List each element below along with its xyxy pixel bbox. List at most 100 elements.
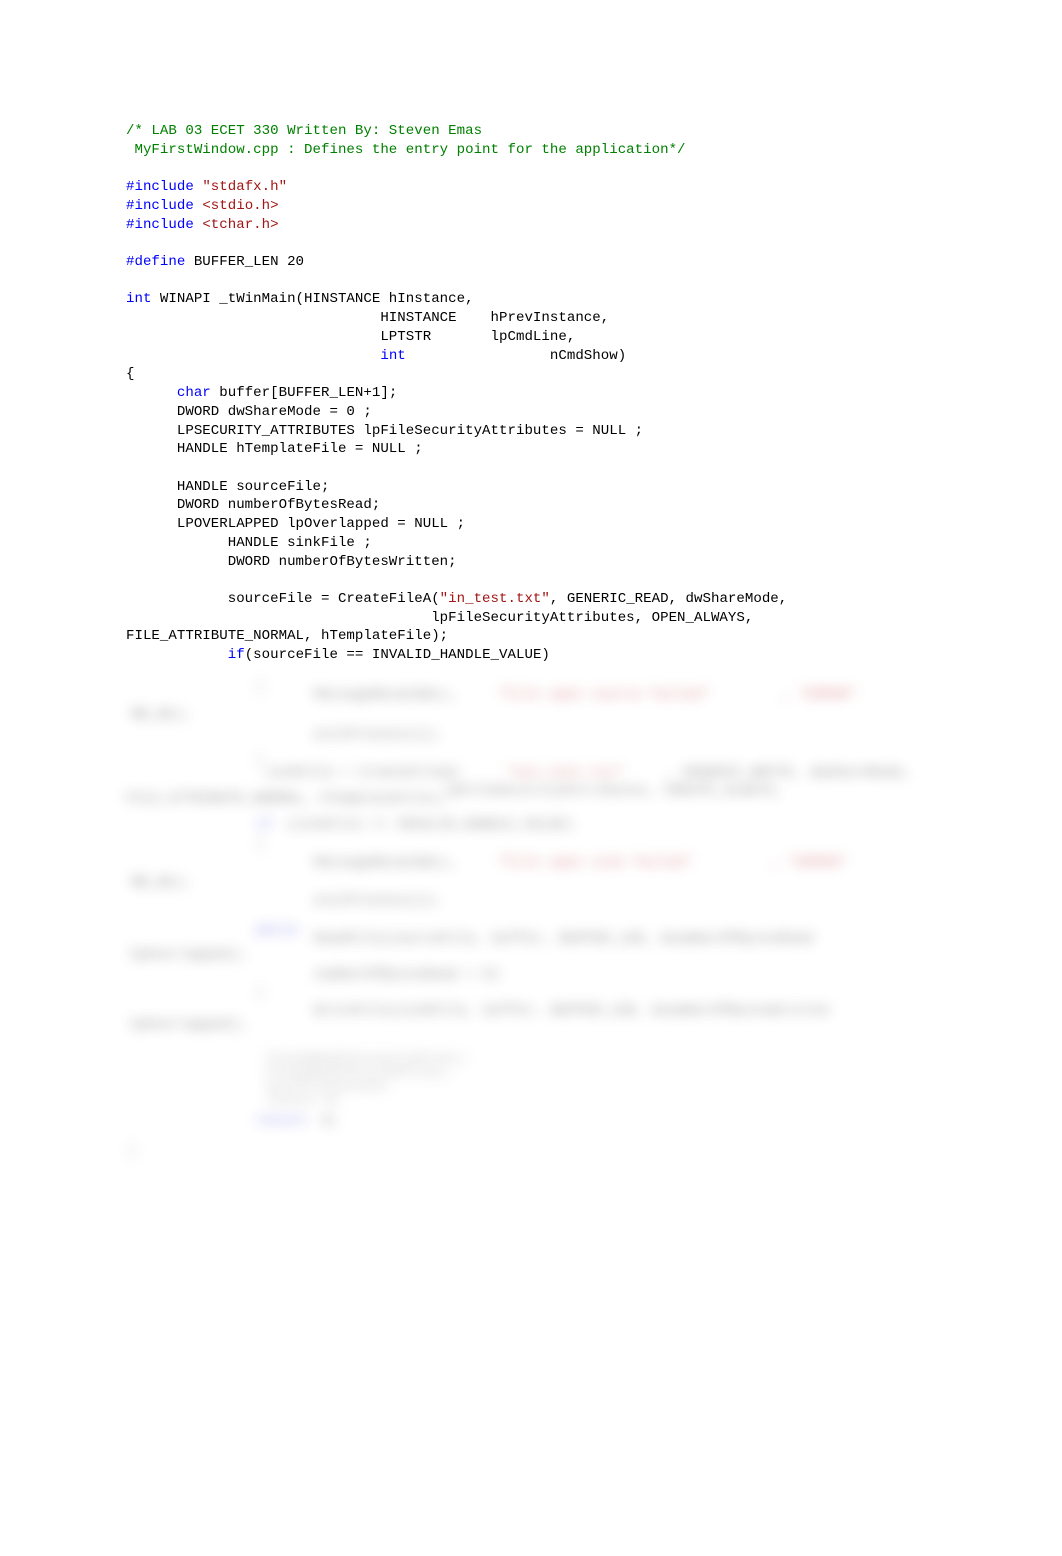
code-line: LPTSTR lpCmdLine, (126, 328, 1016, 347)
code-line: #include <stdio.h> (126, 197, 1016, 216)
obscured-code-line: { (256, 837, 265, 853)
code-line: int nCmdShow) (126, 347, 1016, 366)
code-token-plain: WINAPI _tWinMain(HINSTANCE hInstance, (151, 291, 474, 308)
code-token-plain: { (126, 366, 135, 383)
code-token-preprocessor: #include (126, 197, 203, 214)
code-token-string: <tchar.h> (202, 216, 279, 233)
code-token-plain: LPSECURITY_ATTRIBUTES lpFileSecurityAttr… (126, 422, 644, 439)
code-token-preprocessor: #define (126, 254, 194, 271)
code-line: if(sourceFile == INVALID_HANDLE_VALUE) (126, 646, 1016, 665)
code-token-plain: BUFFER_LEN 20 (193, 254, 305, 271)
code-token-plain: sourceFile = CreateFileA( (126, 590, 440, 607)
obscured-code-line: , "ERROR" (771, 855, 848, 871)
obscured-code-line: return 0; (266, 1093, 343, 1109)
obscured-code-line: { (256, 985, 265, 1001)
code-token-plain: HANDLE sourceFile; (126, 478, 330, 495)
code-token-plain: DWORD dwShareMode = 0 ; (126, 403, 372, 420)
code-token-keyword: char (176, 385, 211, 402)
obscured-code-line: MB_OK); (131, 707, 191, 723)
code-token-string: "stdafx.h" (202, 179, 288, 196)
obscured-code-line: { (256, 679, 265, 695)
code-line: { (126, 365, 1016, 384)
code-line: DWORD numberOfBytesRead; (126, 496, 1016, 515)
document-page: /* LAB 03 ECET 330 Written By: Steven Em… (0, 0, 1062, 1556)
obscured-code-line: MessageBoxA(NULL, (314, 687, 458, 703)
code-token-plain: buffer[BUFFER_LEN+1]; (210, 385, 398, 402)
code-listing: /* LAB 03 ECET 330 Written By: Steven Em… (126, 122, 1016, 665)
code-token-plain: nCmdShow) (405, 347, 627, 364)
code-line: DWORD dwShareMode = 0 ; (126, 403, 1016, 422)
obscured-code-line: "File open source failed" (498, 687, 710, 703)
obscured-code-line: FILE_ATTRIBUTE_NORMAL, hTemplateFile); (126, 791, 448, 807)
code-token-string: <stdio.h> (202, 197, 279, 214)
code-token-plain: DWORD numberOfBytesWritten; (126, 553, 457, 570)
obscured-code-line: WriteFile(sinkFile, buffer, BUFFER_LEN, … (314, 1003, 830, 1019)
code-token-plain: (sourceFile == INVALID_HANDLE_VALUE) (244, 647, 550, 664)
obscured-code-line: lpOverlapped); (128, 947, 247, 963)
code-token-plain: HANDLE hTemplateFile = NULL ; (126, 441, 423, 458)
obscured-code-line: "out_test.txt" (506, 765, 625, 781)
obscured-code-line: numberOfBytesRead > 0) (314, 967, 501, 983)
code-line: #include "stdafx.h" (126, 178, 1016, 197)
code-line: HANDLE sinkFile ; (126, 534, 1016, 553)
obscured-code-line: return (256, 1113, 307, 1129)
obscured-code-line: lpFileSecurityAttributes, CREATE_ALWAYS, (444, 783, 783, 799)
code-token-preprocessor: #include (126, 216, 203, 233)
obscured-code-line: MessageBoxA(NULL, (314, 855, 458, 871)
code-token-plain: HINSTANCE hPrevInstance, (126, 310, 610, 327)
code-line: lpFileSecurityAttributes, OPEN_ALWAYS, (126, 609, 1016, 628)
code-token-plain: LPTSTR lpCmdLine, (126, 328, 576, 345)
code-line: HANDLE sourceFile; (126, 478, 1016, 497)
obscured-code-line: sinkFile = CreateFileA( (266, 765, 461, 781)
obscured-code-line: exitProcess(1); (314, 727, 441, 743)
code-line: sourceFile = CreateFileA("in_test.txt", … (126, 590, 1016, 609)
code-token-plain: lpFileSecurityAttributes, OPEN_ALWAYS, (126, 609, 754, 626)
code-token-keyword: int (380, 347, 406, 364)
code-token-plain: , GENERIC_READ, dwShareMode, (549, 590, 788, 607)
code-token-plain: FILE_ATTRIBUTE_NORMAL, hTemplateFile); (126, 628, 449, 645)
code-line: HINSTANCE hPrevInstance, (126, 309, 1016, 328)
code-line: #define BUFFER_LEN 20 (126, 253, 1016, 272)
code-token-preprocessor: #include (126, 179, 203, 196)
obscured-code-line: exitProcess(1); (314, 893, 441, 909)
code-line: FILE_ATTRIBUTE_NORMAL, hTemplateFile); (126, 627, 1016, 646)
code-line: HANDLE hTemplateFile = NULL ; (126, 440, 1016, 459)
code-token-comment: /* LAB 03 ECET 330 Written By: Steven Em… (126, 123, 483, 139)
obscured-code-line: , GENERIC_WRITE, dwShareMode, (666, 765, 912, 781)
obscured-code-line: } (256, 753, 265, 769)
obscured-code-line: "File open sink failed" (498, 855, 693, 871)
code-line: DWORD numberOfBytesWritten; (126, 553, 1016, 572)
obscured-code-line: lpOverlapped); (128, 1017, 247, 1033)
obscured-code-line: ReadFile(sourceFile, buffer, BUFFER_LEN,… (314, 931, 813, 947)
code-line: int WINAPI _tWinMain(HINSTANCE hInstance… (126, 290, 1016, 309)
obscured-code-line: while (256, 923, 299, 939)
code-token-comment: MyFirstWindow.cpp : Defines the entry po… (126, 141, 686, 158)
obscured-code-line: 0; (322, 1113, 339, 1129)
obscured-code-line: if (256, 817, 273, 833)
code-token-keyword: int (126, 291, 152, 308)
code-token-string: "in_test.txt" (439, 590, 550, 607)
code-token-plain: HANDLE sinkFile ; (126, 534, 372, 551)
obscured-code-line: , "ERROR" (781, 687, 858, 703)
code-token-plain: DWORD numberOfBytesRead; (126, 497, 381, 514)
obscured-code-line: MB_OK); (131, 875, 191, 891)
obscured-code-line: } (128, 1143, 137, 1159)
code-line: #include <tchar.h> (126, 216, 1016, 235)
obscured-code-region: { MessageBoxA(NULL, "File open source fail… (126, 664, 926, 1160)
code-line: LPOVERLAPPED lpOverlapped = NULL ; (126, 515, 1016, 534)
code-line: LPSECURITY_ATTRIBUTES lpFileSecurityAttr… (126, 422, 1016, 441)
code-line: char buffer[BUFFER_LEN+1]; (126, 384, 1016, 403)
code-line: /* LAB 03 ECET 330 Written By: Steven Em… (126, 122, 1016, 141)
code-token-keyword: if (227, 647, 245, 664)
obscured-code-line: (sinkFile == INVALID_HANDLE_VALUE) (286, 817, 574, 833)
code-line: MyFirstWindow.cpp : Defines the entry po… (126, 141, 1016, 160)
code-token-plain: LPOVERLAPPED lpOverlapped = NULL ; (126, 516, 466, 533)
